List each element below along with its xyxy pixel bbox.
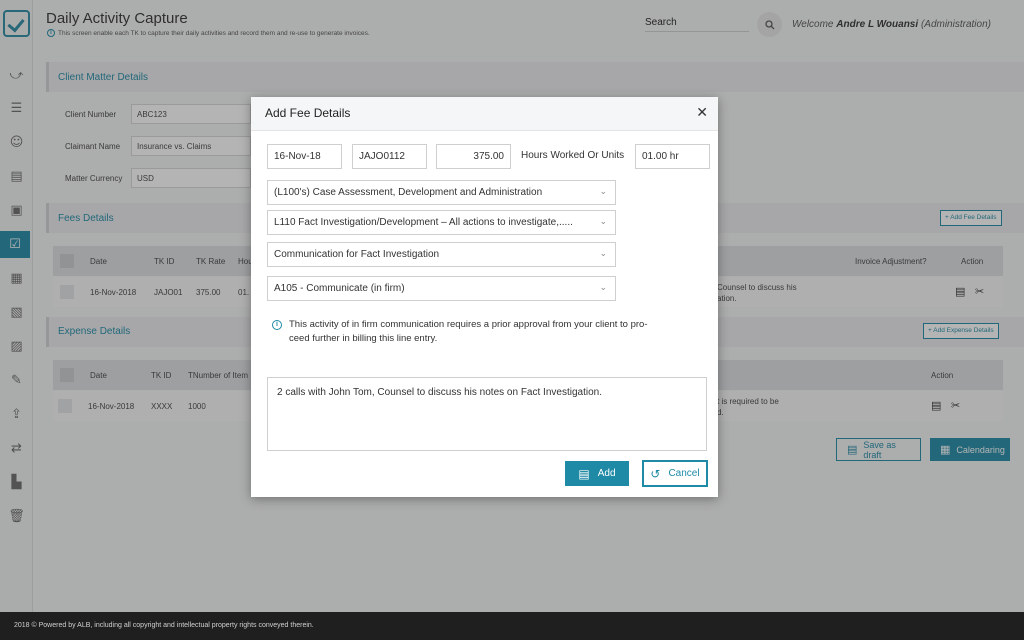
modal-header: Add Fee Details ✕ xyxy=(251,97,718,131)
close-icon[interactable]: ✕ xyxy=(696,105,708,121)
phase-select[interactable]: (L100's) Case Assessment, Development an… xyxy=(267,180,616,205)
chevron-down-icon: ⌄ xyxy=(599,216,607,226)
narrative-textarea[interactable]: 2 calls with John Tom, Counsel to discus… xyxy=(267,377,707,451)
date-field[interactable]: 16-Nov-18 xyxy=(267,144,342,169)
task-select[interactable]: L110 Fact Investigation/Development – Al… xyxy=(267,210,616,235)
footer-text: 2018 © Powered by ALB, including all cop… xyxy=(14,622,314,629)
chevron-down-icon: ⌄ xyxy=(599,186,607,196)
activity-select-value: Communication for Fact Investigation xyxy=(274,249,440,260)
add-label: Add xyxy=(597,468,616,479)
rate-field[interactable]: 375.00 xyxy=(436,144,511,169)
phase-select-value: (L100's) Case Assessment, Development an… xyxy=(274,187,543,198)
code-select[interactable]: A105 - Communicate (in firm) ⌄ xyxy=(267,276,616,301)
code-select-value: A105 - Communicate (in firm) xyxy=(274,283,405,294)
hours-label: Hours Worked Or Units xyxy=(521,150,625,161)
activity-select[interactable]: Communication for Fact Investigation ⌄ xyxy=(267,242,616,267)
footer: 2018 © Powered by ALB, including all cop… xyxy=(0,612,1024,640)
info-icon: i xyxy=(272,320,282,330)
chevron-down-icon: ⌄ xyxy=(599,282,607,292)
task-select-value: L110 Fact Investigation/Development – Al… xyxy=(274,217,573,228)
hours-field[interactable]: 01.00 hr xyxy=(635,144,710,169)
approval-note-line2: ceed further in billing this line entry. xyxy=(289,333,438,344)
add-fee-icon: ▤ xyxy=(578,466,590,481)
add-fee-details-modal: Add Fee Details ✕ 16-Nov-18 JAJO0112 375… xyxy=(251,97,718,497)
approval-note: i This activity of in firm communication… xyxy=(272,318,702,346)
approval-note-text: This activity of in firm communication r… xyxy=(289,318,648,346)
cancel-label: Cancel xyxy=(668,468,700,479)
modal-title: Add Fee Details xyxy=(265,106,351,120)
approval-note-line1: This activity of in firm communication r… xyxy=(289,319,648,330)
chevron-down-icon: ⌄ xyxy=(599,248,607,258)
undo-icon: ↺ xyxy=(650,466,661,481)
add-button[interactable]: ▤ Add xyxy=(565,461,629,486)
cancel-button[interactable]: ↺ Cancel xyxy=(642,460,708,487)
tk-id-field[interactable]: JAJO0112 xyxy=(352,144,427,169)
